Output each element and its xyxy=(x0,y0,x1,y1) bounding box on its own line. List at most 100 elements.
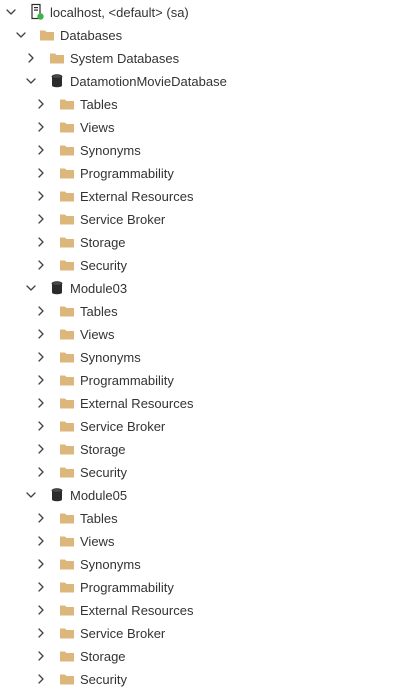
folder-icon xyxy=(58,164,76,182)
tree-node-label: Programmability xyxy=(80,580,174,595)
tree-node-datamotionmoviedatabase-security[interactable]: Security xyxy=(0,254,418,277)
tree-node-module05-external-resources[interactable]: External Resources xyxy=(0,599,418,622)
folder-icon xyxy=(58,95,76,113)
tree-node-label: DatamotionMovieDatabase xyxy=(70,74,227,89)
tree-node-label: Views xyxy=(80,327,115,342)
tree-node-label: External Resources xyxy=(80,603,194,618)
tree-node-system-databases[interactable]: System Databases xyxy=(0,47,418,70)
chevron-right-icon[interactable] xyxy=(32,417,50,435)
tree-node-module03-tables[interactable]: Tables xyxy=(0,300,418,323)
tree-node-db-module03[interactable]: Module03 xyxy=(0,277,418,300)
chevron-right-icon[interactable] xyxy=(32,256,50,274)
folder-icon xyxy=(58,624,76,642)
chevron-right-icon[interactable] xyxy=(22,49,40,67)
folder-icon xyxy=(58,440,76,458)
chevron-right-icon[interactable] xyxy=(32,555,50,573)
tree-node-datamotionmoviedatabase-external-resources[interactable]: External Resources xyxy=(0,185,418,208)
tree-node-databases[interactable]: Databases xyxy=(0,24,418,47)
tree-node-datamotionmoviedatabase-service-broker[interactable]: Service Broker xyxy=(0,208,418,231)
chevron-right-icon[interactable] xyxy=(32,187,50,205)
chevron-right-icon[interactable] xyxy=(32,118,50,136)
chevron-right-icon[interactable] xyxy=(32,509,50,527)
folder-icon xyxy=(58,348,76,366)
database-icon xyxy=(48,279,66,297)
chevron-right-icon[interactable] xyxy=(32,440,50,458)
chevron-right-icon[interactable] xyxy=(32,141,50,159)
chevron-right-icon[interactable] xyxy=(32,463,50,481)
chevron-down-icon[interactable] xyxy=(22,279,40,297)
folder-icon xyxy=(58,302,76,320)
tree-node-label: Module03 xyxy=(70,281,128,296)
tree-node-module03-service-broker[interactable]: Service Broker xyxy=(0,415,418,438)
folder-icon xyxy=(58,233,76,251)
chevron-right-icon[interactable] xyxy=(32,325,50,343)
tree-node-label: System Databases xyxy=(70,51,180,66)
tree-node-label: Storage xyxy=(80,649,126,664)
folder-icon xyxy=(58,118,76,136)
tree-node-datamotionmoviedatabase-synonyms[interactable]: Synonyms xyxy=(0,139,418,162)
tree-node-module05-service-broker[interactable]: Service Broker xyxy=(0,622,418,645)
chevron-right-icon[interactable] xyxy=(32,233,50,251)
server-icon xyxy=(28,3,46,21)
tree-node-db-datamotionmoviedatabase[interactable]: DatamotionMovieDatabase xyxy=(0,70,418,93)
tree-node-module03-programmability[interactable]: Programmability xyxy=(0,369,418,392)
folder-icon xyxy=(58,141,76,159)
tree-node-label: Storage xyxy=(80,442,126,457)
tree-node-label: Tables xyxy=(80,511,118,526)
tree-node-module05-views[interactable]: Views xyxy=(0,530,418,553)
tree-node-datamotionmoviedatabase-programmability[interactable]: Programmability xyxy=(0,162,418,185)
chevron-right-icon[interactable] xyxy=(32,601,50,619)
tree-node-module03-views[interactable]: Views xyxy=(0,323,418,346)
tree-node-label: Views xyxy=(80,120,115,135)
chevron-right-icon[interactable] xyxy=(32,394,50,412)
chevron-right-icon[interactable] xyxy=(32,670,50,688)
tree-node-module05-tables[interactable]: Tables xyxy=(0,507,418,530)
folder-icon xyxy=(58,670,76,688)
tree-node-module05-programmability[interactable]: Programmability xyxy=(0,576,418,599)
tree-node-datamotionmoviedatabase-tables[interactable]: Tables xyxy=(0,93,418,116)
tree-node-localhost[interactable]: localhost, <default> (sa) xyxy=(0,1,418,24)
tree-node-label: Views xyxy=(80,534,115,549)
folder-icon xyxy=(58,555,76,573)
chevron-right-icon[interactable] xyxy=(32,578,50,596)
chevron-right-icon[interactable] xyxy=(32,532,50,550)
tree-node-label: localhost, <default> (sa) xyxy=(50,5,189,20)
tree-node-label: Tables xyxy=(80,97,118,112)
folder-icon xyxy=(48,49,66,67)
tree-node-module05-synonyms[interactable]: Synonyms xyxy=(0,553,418,576)
folder-icon xyxy=(58,417,76,435)
chevron-down-icon[interactable] xyxy=(22,486,40,504)
chevron-right-icon[interactable] xyxy=(32,624,50,642)
tree-node-label: Security xyxy=(80,672,127,687)
tree-node-module03-synonyms[interactable]: Synonyms xyxy=(0,346,418,369)
tree-node-db-module05[interactable]: Module05 xyxy=(0,484,418,507)
chevron-right-icon[interactable] xyxy=(32,647,50,665)
folder-icon xyxy=(58,509,76,527)
tree-node-label: Databases xyxy=(60,28,123,43)
tree-node-label: Security xyxy=(80,465,127,480)
chevron-down-icon[interactable] xyxy=(22,72,40,90)
chevron-right-icon[interactable] xyxy=(32,348,50,366)
chevron-down-icon[interactable] xyxy=(2,3,20,21)
tree-node-module03-external-resources[interactable]: External Resources xyxy=(0,392,418,415)
folder-icon xyxy=(58,325,76,343)
tree-node-label: Storage xyxy=(80,235,126,250)
tree-node-datamotionmoviedatabase-views[interactable]: Views xyxy=(0,116,418,139)
folder-icon xyxy=(38,26,56,44)
tree-node-label: Synonyms xyxy=(80,143,141,158)
chevron-right-icon[interactable] xyxy=(32,164,50,182)
chevron-right-icon[interactable] xyxy=(32,371,50,389)
tree-node-module05-security[interactable]: Security xyxy=(0,668,418,691)
chevron-right-icon[interactable] xyxy=(32,210,50,228)
chevron-down-icon[interactable] xyxy=(12,26,30,44)
tree-node-label: Module05 xyxy=(70,488,128,503)
tree-node-module03-security[interactable]: Security xyxy=(0,461,418,484)
tree-node-module05-storage[interactable]: Storage xyxy=(0,645,418,668)
tree-node-label: Synonyms xyxy=(80,557,141,572)
folder-icon xyxy=(58,256,76,274)
database-icon xyxy=(48,72,66,90)
chevron-right-icon[interactable] xyxy=(32,95,50,113)
chevron-right-icon[interactable] xyxy=(32,302,50,320)
tree-node-module03-storage[interactable]: Storage xyxy=(0,438,418,461)
tree-node-datamotionmoviedatabase-storage[interactable]: Storage xyxy=(0,231,418,254)
